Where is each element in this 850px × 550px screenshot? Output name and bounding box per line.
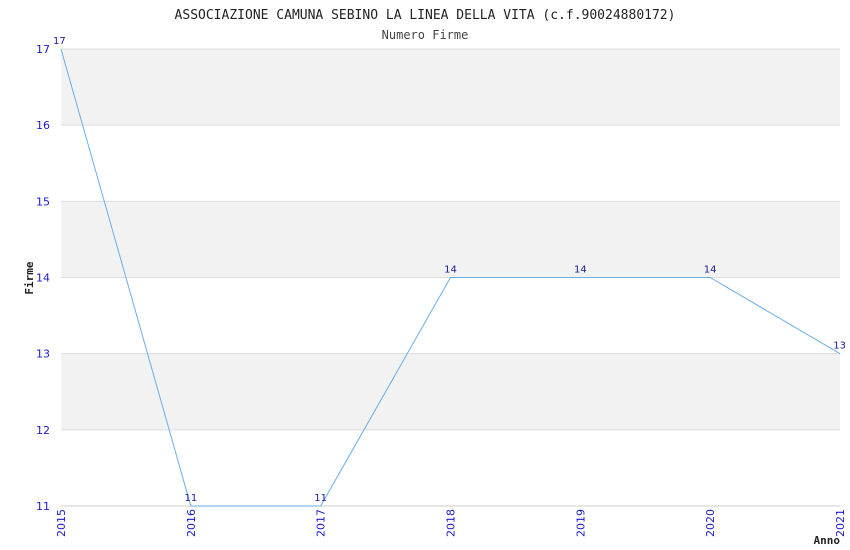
x-tick-labels: 2015 2016 2017 2018 2019 2020 2021	[55, 509, 847, 537]
data-label: 11	[184, 493, 197, 504]
data-label: 14	[574, 265, 587, 276]
data-label: 11	[314, 493, 327, 504]
x-tick-label: 2016	[185, 509, 198, 537]
grid-band	[61, 277, 840, 354]
grid-band	[61, 125, 840, 202]
data-label: 17	[53, 36, 66, 47]
x-tick-label: 2017	[315, 509, 328, 537]
grid-band	[61, 353, 840, 430]
y-tick-label: 11	[36, 500, 50, 513]
x-tick-label: 2019	[574, 509, 587, 537]
chart-subtitle: Numero Firme	[382, 28, 469, 42]
chart-title: ASSOCIAZIONE CAMUNA SEBINO LA LINEA DELL…	[175, 8, 676, 23]
data-label: 14	[444, 265, 457, 276]
grid-band	[61, 49, 840, 126]
x-tick-label: 2018	[445, 509, 458, 537]
y-tick-label: 16	[36, 119, 50, 132]
x-axis-label: Anno	[814, 534, 841, 547]
y-tick-label: 17	[36, 43, 50, 56]
data-label: 14	[704, 265, 717, 276]
y-tick-label: 13	[36, 348, 50, 361]
x-tick-label: 2021	[834, 509, 847, 537]
grid-band	[61, 429, 840, 506]
y-tick-labels: 11 12 13 14 15 16 17	[36, 43, 50, 513]
y-tick-label: 15	[36, 195, 50, 208]
line-chart: 11121314151617 2015 2016 2017 2018 2019 2020 2…	[23, 8, 847, 547]
x-tick-label: 2020	[704, 509, 717, 537]
data-label: 13	[833, 341, 846, 352]
y-axis-label: Firme	[23, 261, 36, 294]
y-tick-label: 12	[36, 424, 50, 437]
x-tick-label: 2015	[55, 509, 68, 537]
y-tick-label: 14	[36, 272, 50, 285]
